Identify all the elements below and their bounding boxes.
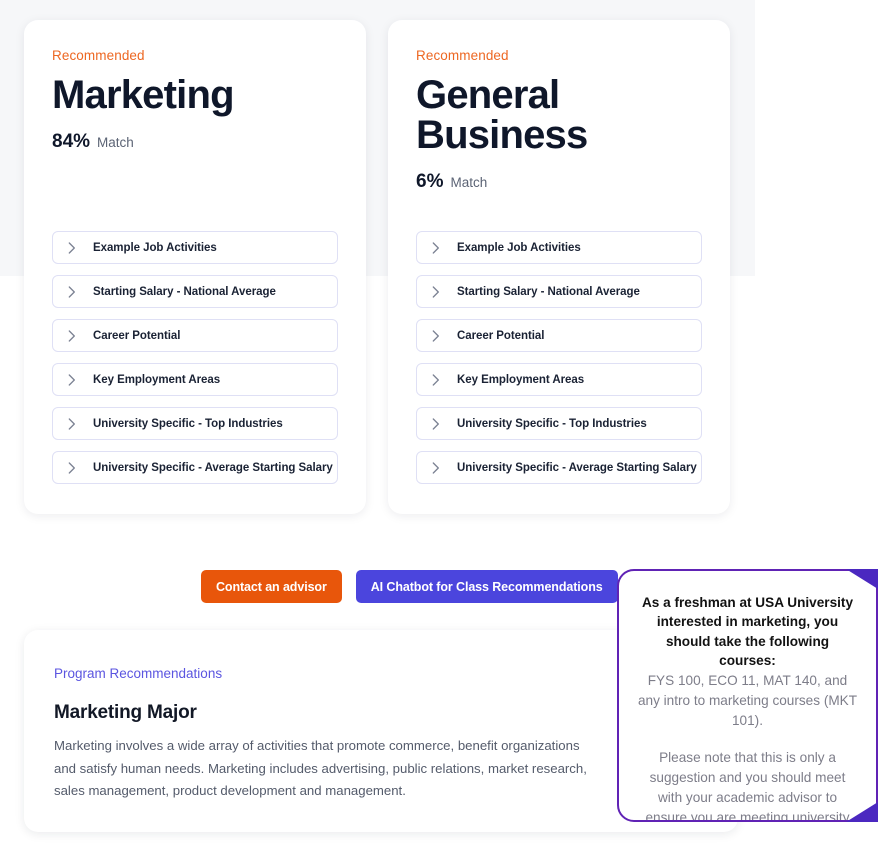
chatbot-bubble: As a freshman at USA University interest… bbox=[617, 569, 878, 822]
chevron-right-icon bbox=[429, 329, 443, 343]
chevron-right-icon bbox=[65, 417, 79, 431]
accordion-item-starting-salary[interactable]: Starting Salary - National Average bbox=[52, 275, 338, 308]
accordion-item-career-potential[interactable]: Career Potential bbox=[52, 319, 338, 352]
chevron-right-icon bbox=[65, 241, 79, 255]
chevron-right-icon bbox=[429, 241, 443, 255]
accordion-item-label: University Specific - Top Industries bbox=[457, 417, 647, 430]
accordion-item-average-starting-salary[interactable]: University Specific - Average Starting S… bbox=[416, 451, 702, 484]
chatbot-answer-disclaimer: Please note that this is only a suggesti… bbox=[645, 750, 850, 822]
chatbot-answer-courses: FYS 100, ECO 11, MAT 140, and any intro … bbox=[637, 673, 858, 729]
program-title: Marketing Major bbox=[54, 702, 197, 723]
page-root: Recommended Marketing 84% Match Example … bbox=[0, 0, 878, 844]
accordion-list: Example Job Activities Starting Salary -… bbox=[52, 205, 338, 484]
match-line: 6% Match bbox=[416, 171, 702, 193]
major-card-general-business[interactable]: Recommended General Business 6% Match Ex… bbox=[388, 20, 730, 514]
major-title: General Business bbox=[416, 73, 588, 157]
chevron-right-icon bbox=[429, 285, 443, 299]
major-title: Marketing bbox=[52, 73, 235, 117]
accordion-item-label: Starting Salary - National Average bbox=[93, 285, 276, 298]
accordion-item-label: University Specific - Average Starting S… bbox=[93, 461, 333, 474]
chevron-right-icon bbox=[429, 417, 443, 431]
program-recommendations-kicker: Program Recommendations bbox=[54, 666, 223, 681]
match-label: Match bbox=[97, 135, 134, 150]
accordion-item-label: Example Job Activities bbox=[457, 241, 581, 254]
contact-advisor-button[interactable]: Contact an advisor bbox=[201, 570, 342, 603]
accordion-item-label: Starting Salary - National Average bbox=[457, 285, 640, 298]
chevron-right-icon bbox=[429, 461, 443, 475]
bubble-tail-top-right-icon bbox=[846, 569, 878, 589]
accordion-item-label: Career Potential bbox=[457, 329, 545, 342]
accordion-item-top-industries[interactable]: University Specific - Top Industries bbox=[52, 407, 338, 440]
accordion-item-starting-salary[interactable]: Starting Salary - National Average bbox=[416, 275, 702, 308]
program-description: Marketing involves a wide array of activ… bbox=[54, 738, 587, 799]
accordion-item-example-job-activities[interactable]: Example Job Activities bbox=[52, 231, 338, 264]
accordion-item-key-employment-areas[interactable]: Key Employment Areas bbox=[52, 363, 338, 396]
accordion-item-average-starting-salary[interactable]: University Specific - Average Starting S… bbox=[52, 451, 338, 484]
accordion-item-label: Key Employment Areas bbox=[93, 373, 221, 386]
match-label: Match bbox=[450, 175, 488, 190]
chevron-right-icon bbox=[65, 285, 79, 299]
chevron-right-icon bbox=[429, 373, 443, 387]
chatbot-answer-gap bbox=[637, 731, 858, 748]
accordion-item-example-job-activities[interactable]: Example Job Activities bbox=[416, 231, 702, 264]
accordion-item-top-industries[interactable]: University Specific - Top Industries bbox=[416, 407, 702, 440]
accordion-item-label: University Specific - Average Starting S… bbox=[457, 461, 697, 474]
accordion-list: Example Job Activities Starting Salary -… bbox=[416, 205, 702, 484]
chatbot-question: As a freshman at USA University interest… bbox=[641, 595, 854, 668]
accordion-item-label: Example Job Activities bbox=[93, 241, 217, 254]
match-line: 84% Match bbox=[52, 131, 338, 153]
recommended-badge: Recommended bbox=[416, 48, 509, 63]
match-percent: 6% bbox=[416, 171, 444, 192]
ai-chatbot-button[interactable]: AI Chatbot for Class Recommendations bbox=[355, 570, 618, 603]
recommended-badge: Recommended bbox=[52, 48, 145, 63]
chevron-right-icon bbox=[65, 329, 79, 343]
chatbot-bubble-body: As a freshman at USA University interest… bbox=[617, 569, 878, 822]
major-card-marketing[interactable]: Recommended Marketing 84% Match Example … bbox=[24, 20, 366, 514]
accordion-item-career-potential[interactable]: Career Potential bbox=[416, 319, 702, 352]
match-percent: 84% bbox=[52, 131, 91, 152]
major-cards-row: Recommended Marketing 84% Match Example … bbox=[24, 20, 744, 514]
accordion-item-label: University Specific - Top Industries bbox=[93, 417, 283, 430]
accordion-item-label: Career Potential bbox=[93, 329, 181, 342]
accordion-item-label: Key Employment Areas bbox=[457, 373, 585, 386]
bubble-tail-bottom-right-icon bbox=[846, 802, 878, 822]
chevron-right-icon bbox=[65, 373, 79, 387]
chevron-right-icon bbox=[65, 461, 79, 475]
accordion-item-key-employment-areas[interactable]: Key Employment Areas bbox=[416, 363, 702, 396]
action-buttons: Contact an advisor AI Chatbot for Class … bbox=[201, 570, 618, 603]
card-spacer bbox=[52, 159, 338, 203]
